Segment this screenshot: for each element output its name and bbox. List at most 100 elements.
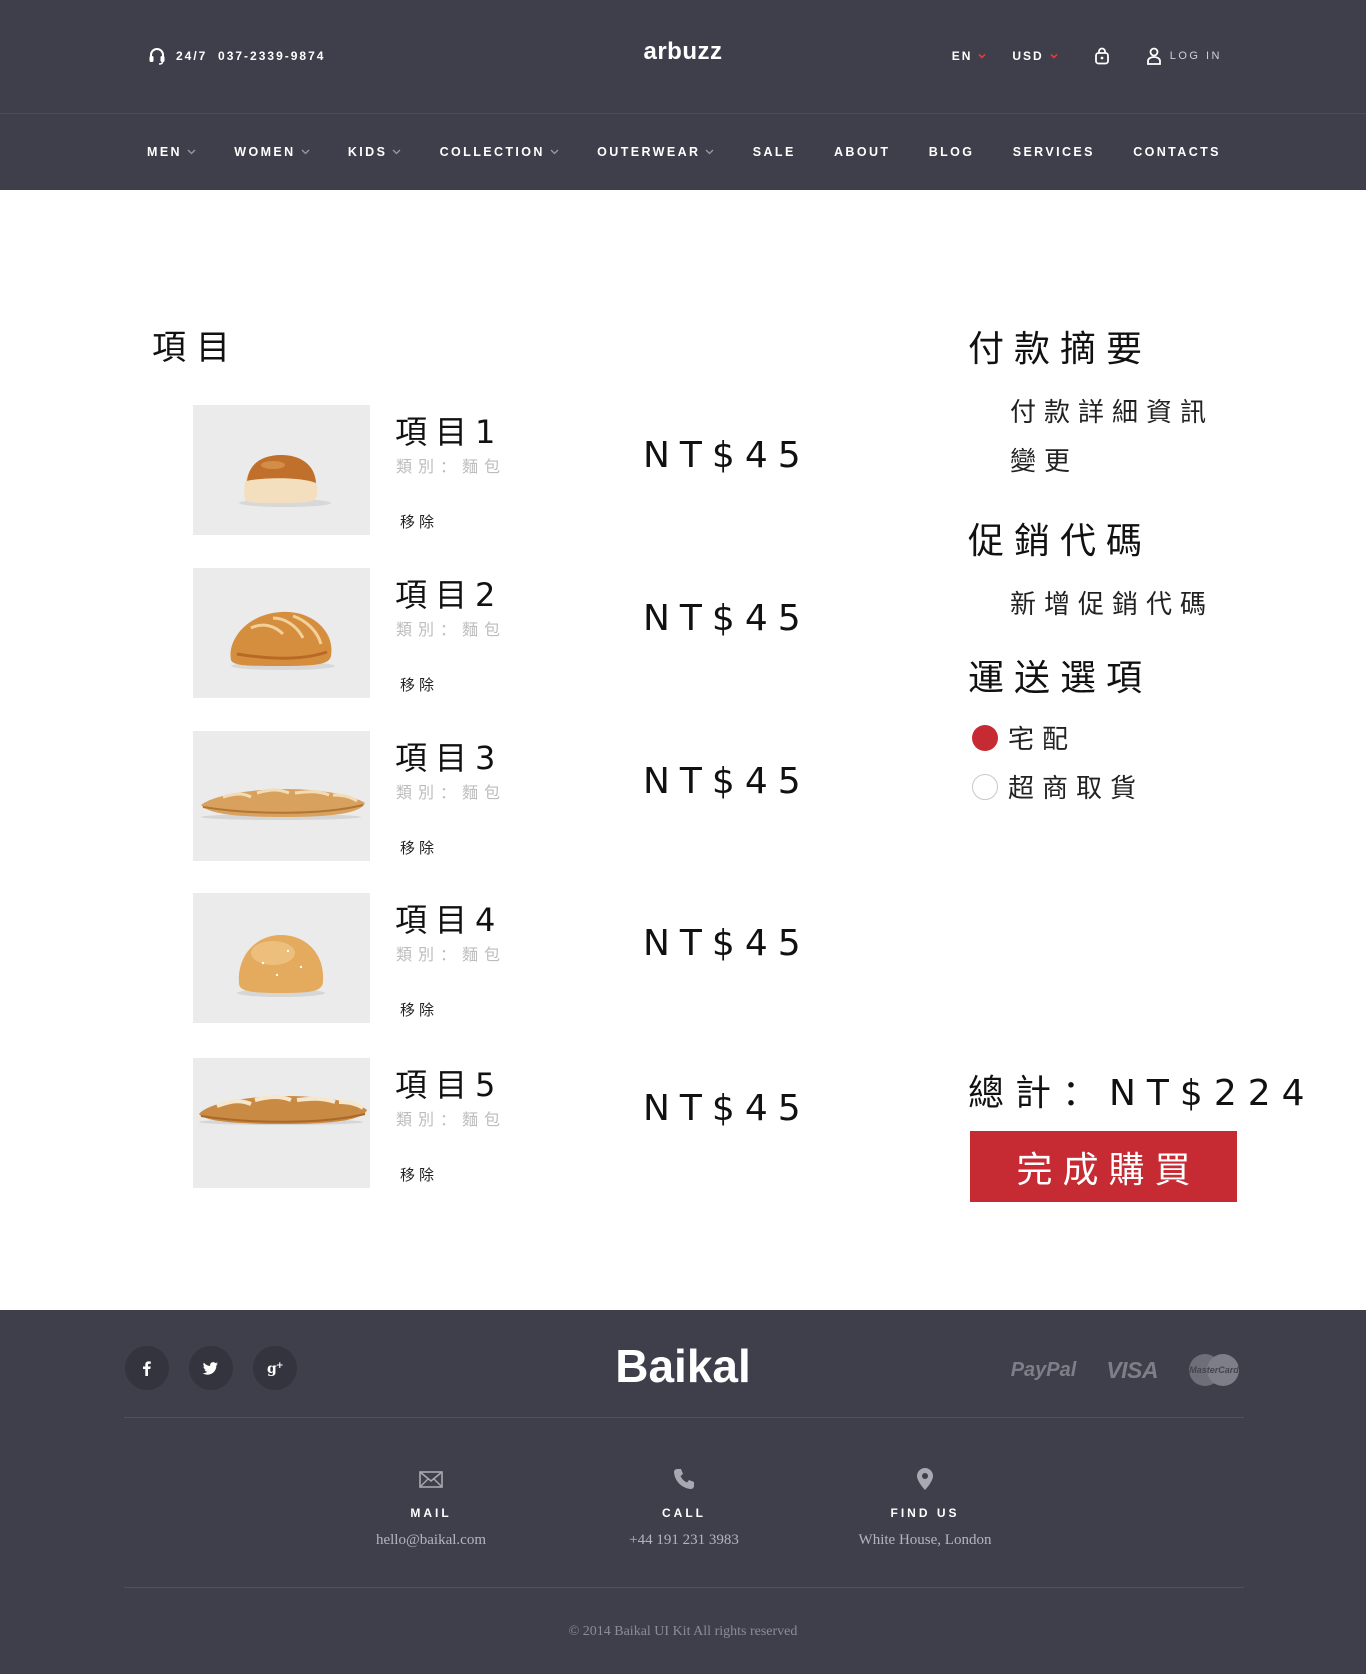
nav-item-kids[interactable]: KIDS: [348, 145, 401, 159]
phone-number: 24/7 037-2339-9874: [176, 49, 326, 63]
footer-brand-name[interactable]: Baikal: [615, 1340, 751, 1392]
shipping-option-label: 宅配: [1008, 725, 1077, 755]
nav-item-label: OUTERWEAR: [597, 145, 701, 159]
currency-selector[interactable]: USD: [1012, 49, 1058, 63]
paypal-logo: PayPal: [1010, 1358, 1077, 1381]
nav-item-contacts[interactable]: CONTACTS: [1133, 145, 1221, 159]
shopping-bag-icon[interactable]: [1094, 47, 1110, 65]
nav-item-label: SERVICES: [1012, 145, 1095, 159]
chevron-down-icon: [301, 149, 310, 155]
chevron-down-icon: [392, 149, 401, 155]
nav-item-label: CONTACTS: [1133, 145, 1221, 159]
remove-item-link[interactable]: 移除: [400, 837, 438, 858]
login-label: LOG IN: [1169, 50, 1222, 62]
add-promo-code-link[interactable]: 新增促銷代碼: [1010, 584, 1308, 621]
footer-divider: [124, 1417, 1244, 1418]
baguette-floured-image: [199, 1095, 367, 1125]
nav-item-men[interactable]: MEN: [147, 145, 196, 159]
radio-unselected[interactable]: [972, 773, 998, 800]
round-bun-image: [237, 935, 325, 997]
product-thumbnail[interactable]: [193, 568, 370, 698]
copyright: © 2014 Baikal UI Kit All rights reserved: [0, 1624, 1366, 1640]
item-category: 類別：麵包: [396, 1110, 507, 1129]
cart-item: 項目4 類別：麵包 移除 NT$45: [193, 893, 813, 1023]
product-thumbnail[interactable]: [193, 405, 370, 535]
nav-list: MEN WOMEN KIDS COLLECTION OUTERWEAR SALE ABOUT…: [147, 114, 1221, 190]
brand-name[interactable]: arbuzz: [643, 38, 722, 65]
contact-label: FIND US: [890, 1506, 960, 1520]
headset-icon: [149, 48, 165, 65]
product-thumbnail[interactable]: [193, 893, 370, 1023]
item-name[interactable]: 項目2: [395, 570, 503, 616]
nav-item-outerwear[interactable]: OUTERWEAR: [597, 145, 714, 159]
payment-methods: PayPal VISA MasterCard: [1011, 1350, 1244, 1390]
item-price: NT$45: [643, 435, 811, 476]
mail-icon: [419, 1471, 443, 1488]
login-link[interactable]: LOG IN: [1146, 47, 1222, 65]
crusty-roll-image: [230, 611, 335, 670]
promo-code-heading: 促銷代碼: [968, 521, 1153, 562]
product-thumbnail[interactable]: [193, 731, 370, 861]
nav-item-collection[interactable]: COLLECTION: [440, 145, 559, 159]
nav-item-label: WOMEN: [234, 145, 296, 159]
payment-change-link[interactable]: 變更: [1010, 441, 1308, 478]
remove-item-link[interactable]: 移除: [400, 674, 438, 695]
facebook-icon: [143, 1361, 151, 1376]
nav-item-about[interactable]: ABOUT: [834, 145, 890, 159]
item-name[interactable]: 項目1: [395, 407, 503, 453]
chevron-down-icon: [706, 149, 714, 155]
item-category: 類別：麵包: [396, 783, 507, 802]
nav-item-label: MEN: [147, 145, 182, 159]
item-name[interactable]: 項目4: [395, 895, 503, 941]
support-phone[interactable]: 24/7 037-2339-9874: [148, 46, 325, 66]
user-icon: [1146, 47, 1161, 65]
radio-selected[interactable]: [972, 724, 998, 751]
language-value: EN: [951, 49, 973, 63]
chevron-down-icon: [978, 53, 986, 59]
item-price: NT$45: [643, 761, 811, 802]
svg-text:MasterCard: MasterCard: [1189, 1365, 1239, 1375]
location-pin-icon: [917, 1468, 933, 1490]
item-name[interactable]: 項目5: [395, 1060, 503, 1106]
remove-item-link[interactable]: 移除: [400, 1164, 438, 1185]
contact-value: +44 191 231 3983: [629, 1532, 739, 1548]
shipping-option-store-pickup[interactable]: 超商取貨: [968, 768, 1308, 805]
remove-item-link[interactable]: 移除: [400, 999, 438, 1020]
item-name[interactable]: 項目3: [395, 733, 503, 779]
language-selector[interactable]: EN: [952, 49, 987, 63]
item-category: 類別：麵包: [396, 620, 507, 639]
chevron-down-icon: [550, 149, 559, 155]
nav-item-blog[interactable]: BLOG: [929, 145, 975, 159]
order-summary: 付款摘要 付款詳細資訊 變更 促銷代碼 新增促銷代碼 運送選項 宅配 超商取貨: [968, 320, 1308, 805]
contact-find-us[interactable]: FIND US White House, London: [805, 1466, 1045, 1549]
remove-item-link[interactable]: 移除: [400, 511, 438, 532]
contact-label: CALL: [662, 1506, 706, 1520]
nav-item-label: KIDS: [347, 145, 388, 159]
item-category: 類別：麵包: [396, 457, 507, 476]
product-thumbnail[interactable]: [193, 1058, 370, 1188]
baguette-image: [201, 788, 365, 820]
main-nav: MEN WOMEN KIDS COLLECTION OUTERWEAR SALE ABOUT…: [0, 114, 1366, 190]
cart-item: 項目1 類別：麵包移除 NT$45: [193, 405, 813, 535]
nav-item-women[interactable]: WOMEN: [234, 145, 310, 159]
nav-item-label: SALE: [752, 145, 796, 159]
top-bar: 24/7 037-2339-9874 arbuzz EN USD LOG IN: [0, 0, 1366, 114]
copyright-text: © 2014 Baikal UI Kit All rights reserved: [568, 1624, 798, 1639]
contact-label: MAIL: [410, 1506, 452, 1520]
cart-item: 項目5 類別：麵包 移除 NT$45: [193, 1058, 813, 1188]
shipping-option-home-delivery[interactable]: 宅配: [968, 719, 1308, 756]
nav-item-sale[interactable]: SALE: [753, 145, 796, 159]
contact-call[interactable]: CALL +44 191 231 3983: [564, 1466, 804, 1549]
shipping-option-label: 超商取貨: [1008, 774, 1145, 804]
google-plus-button[interactable]: g +: [253, 1346, 297, 1390]
mastercard-logo: MasterCard: [1189, 1354, 1239, 1386]
twitter-button[interactable]: [189, 1346, 233, 1390]
nav-item-services[interactable]: SERVICES: [1013, 145, 1095, 159]
nav-item-label: BLOG: [928, 145, 975, 159]
complete-purchase-button[interactable]: 完成購買: [970, 1131, 1237, 1202]
chevron-down-icon: [187, 149, 196, 155]
twitter-icon: [202, 1362, 218, 1375]
contact-mail[interactable]: MAIL hello@baikal.com: [311, 1466, 551, 1549]
facebook-button[interactable]: [125, 1346, 169, 1390]
payment-details-link[interactable]: 付款詳細資訊: [1010, 392, 1308, 429]
